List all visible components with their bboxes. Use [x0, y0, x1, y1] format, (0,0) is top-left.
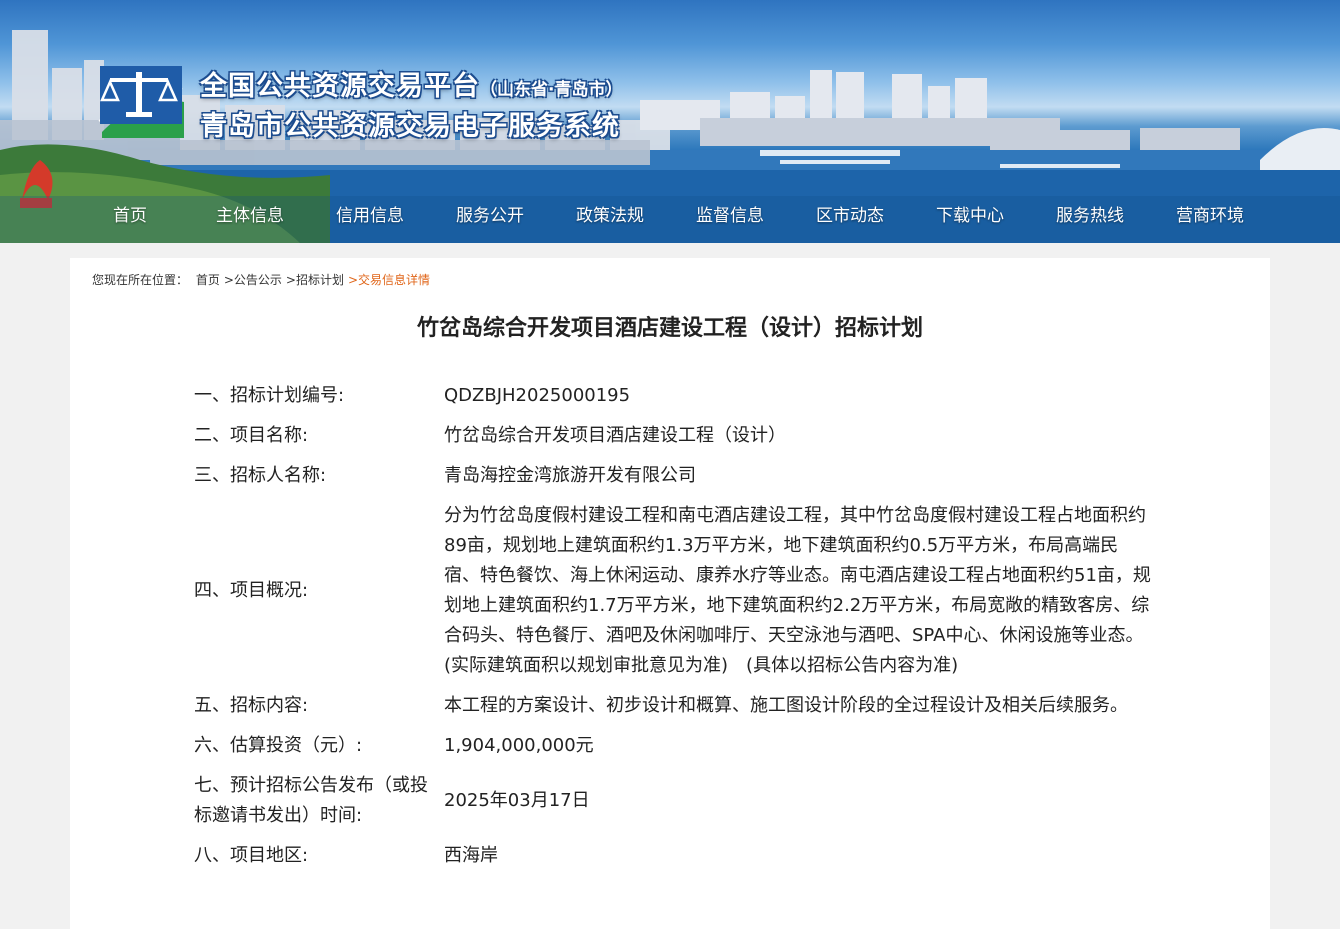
detail-value: 本工程的方案设计、初步设计和概算、施工图设计阶段的全过程设计及相关后续服务。 [444, 695, 1128, 716]
detail-label: 二、项目名称: [194, 425, 309, 446]
detail-row-publish-time: 七、预计招标公告发布（或投标邀请书发出）时间: 2025年03月17日 [194, 766, 1154, 836]
detail-label: 六、估算投资（元）: [194, 735, 363, 756]
detail-label: 一、招标计划编号: [194, 385, 345, 406]
nav-item-district-news[interactable]: 区市动态 [790, 200, 910, 232]
detail-row-scope: 五、招标内容: 本工程的方案设计、初步设计和概算、施工图设计阶段的全过程设计及相… [194, 686, 1154, 726]
breadcrumb: 您现在所在位置： 首页 >公告公示 >招标计划 >交易信息详情 [92, 271, 434, 288]
page-title: 竹岔岛综合开发项目酒店建设工程（设计）招标计划 [416, 316, 923, 341]
main-nav: 首页 主体信息 信用信息 服务公开 政策法规 监督信息 区市动态 下载中心 服务… [70, 200, 1270, 232]
detail-row-tenderer: 三、招标人名称: 青岛海控金湾旅游开发有限公司 [194, 456, 1154, 496]
nav-item-supervision[interactable]: 监督信息 [670, 200, 790, 232]
platform-region-text: （山东省·青岛市） [480, 80, 623, 100]
system-title: 青岛市公共资源交易电子服务系统 [200, 111, 620, 142]
detail-value: 分为竹岔岛度假村建设工程和南屯酒店建设工程，其中竹岔岛度假村建设工程占地面积约8… [444, 505, 1151, 676]
nav-item-policies[interactable]: 政策法规 [550, 200, 670, 232]
detail-label: 八、项目地区: [194, 845, 309, 866]
detail-row-region: 八、项目地区: 西海岸 [194, 836, 1154, 876]
detail-value: QDZBJH2025000195 [444, 385, 631, 406]
breadcrumb-tender-plan[interactable]: >招标计划 [286, 273, 344, 287]
site-logo[interactable]: 全国公共资源交易平台（山东省·青岛市） 青岛市公共资源交易电子服务系统 [96, 62, 656, 142]
detail-value: 1,904,000,000元 [444, 735, 594, 756]
detail-label: 三、招标人名称: [194, 465, 327, 486]
detail-value: 2025年03月17日 [444, 790, 590, 811]
detail-value: 青岛海控金湾旅游开发有限公司 [444, 465, 696, 486]
nav-item-service-disclosure[interactable]: 服务公开 [430, 200, 550, 232]
nav-item-subject-info[interactable]: 主体信息 [190, 200, 310, 232]
platform-title-text: 全国公共资源交易平台 [200, 71, 480, 102]
nav-item-credit-info[interactable]: 信用信息 [310, 200, 430, 232]
breadcrumb-current: >交易信息详情 [347, 273, 431, 287]
nav-item-downloads[interactable]: 下载中心 [910, 200, 1030, 232]
nav-item-home[interactable]: 首页 [70, 200, 190, 232]
detail-row-plan-number: 一、招标计划编号: QDZBJH2025000195 [194, 376, 1154, 416]
breadcrumb-home[interactable]: 首页 [196, 273, 220, 287]
breadcrumb-announcements[interactable]: >公告公示 [224, 273, 282, 287]
detail-table: 一、招标计划编号: QDZBJH2025000195 二、项目名称: 竹岔岛综合… [194, 376, 1154, 876]
detail-label: 四、项目概况: [194, 580, 309, 601]
detail-label: 七、预计招标公告发布（或投标邀请书发出）时间: [194, 775, 428, 826]
content-card: 您现在所在位置： 首页 >公告公示 >招标计划 >交易信息详情 竹岔岛综合开发项目酒店… [70, 258, 1270, 929]
scales-emblem-icon [98, 66, 184, 138]
nav-item-hotline[interactable]: 服务热线 [1030, 200, 1150, 232]
detail-label: 五、招标内容: [194, 695, 309, 716]
detail-value: 西海岸 [444, 845, 498, 866]
platform-title: 全国公共资源交易平台（山东省·青岛市） [200, 64, 622, 103]
detail-row-overview: 四、项目概况: 分为竹岔岛度假村建设工程和南屯酒店建设工程，其中竹岔岛度假村建设… [194, 496, 1154, 686]
detail-row-project-name: 二、项目名称: 竹岔岛综合开发项目酒店建设工程（设计） [194, 416, 1154, 456]
breadcrumb-prefix: 您现在所在位置： [92, 273, 189, 287]
nav-item-business-environment[interactable]: 营商环境 [1150, 200, 1270, 232]
detail-value: 竹岔岛综合开发项目酒店建设工程（设计） [444, 425, 786, 446]
header-banner: 全国公共资源交易平台（山东省·青岛市） 青岛市公共资源交易电子服务系统 首页 主… [0, 0, 1340, 243]
detail-row-investment: 六、估算投资（元）: 1,904,000,000元 [194, 726, 1154, 766]
